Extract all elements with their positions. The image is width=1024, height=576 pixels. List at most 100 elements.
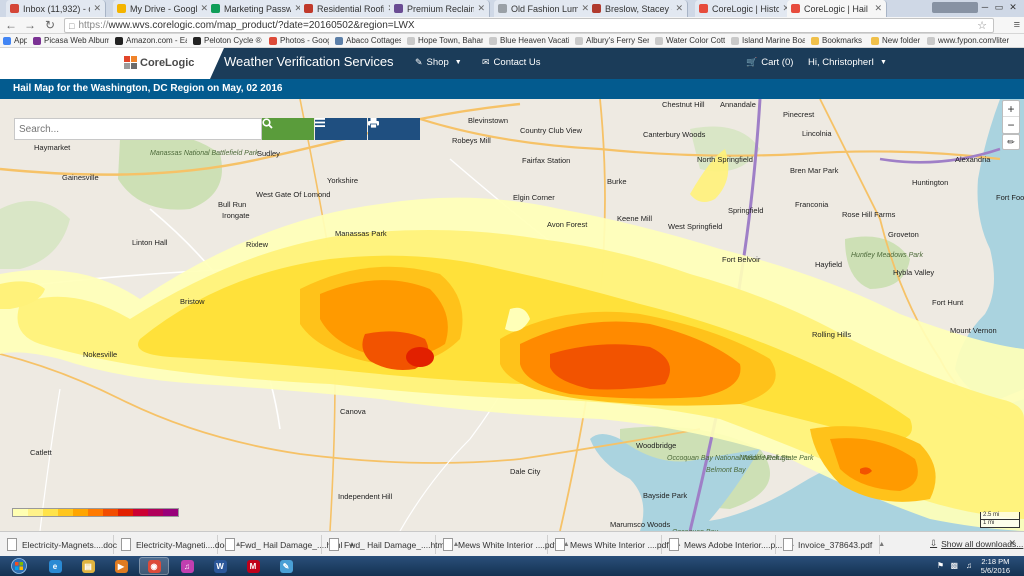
bookmark-item[interactable]: Blue Heaven Vacation bbox=[486, 34, 572, 48]
bookmark-item[interactable]: www.fypon.com/liter bbox=[924, 34, 1014, 48]
download-arrow-icon: ⇩ bbox=[930, 538, 938, 548]
download-item[interactable]: Fwd_ Hail Damage_....html ▲ bbox=[222, 535, 355, 554]
browser-tab[interactable]: Breslow, Stacey - Physic✕ bbox=[588, 0, 688, 17]
page-info-icon[interactable]: □ bbox=[69, 21, 74, 31]
place-label: Sudley bbox=[257, 149, 280, 158]
back-icon[interactable]: ← bbox=[3, 18, 19, 33]
browser-tab[interactable]: Inbox (11,932) - chris@✕ bbox=[6, 0, 106, 17]
download-filename: Mews White Interior ....pdf bbox=[570, 539, 669, 550]
search-input[interactable] bbox=[15, 119, 261, 139]
browser-tab[interactable]: Residential Roofing Con✕ bbox=[300, 0, 400, 17]
taskbar-app-mcafee[interactable]: M bbox=[238, 557, 268, 575]
bookmark-item[interactable]: Abaco Cottages Abac bbox=[332, 34, 404, 48]
nav-user-menu[interactable]: Hi, ChristopherI ▼ bbox=[808, 57, 887, 68]
browser-tab[interactable]: Old Fashion Lumber✕ bbox=[494, 0, 594, 17]
legend-swatch bbox=[118, 509, 133, 516]
tab-close-icon[interactable]: ✕ bbox=[93, 3, 101, 14]
bookmark-item[interactable]: Hope Town, Bahamas bbox=[404, 34, 486, 48]
download-item[interactable]: Invoice_378643.pdf ▲ bbox=[780, 535, 885, 554]
maximize-button[interactable]: ▭ bbox=[992, 0, 1006, 14]
browser-tab[interactable]: Marketing Passwords T✕ bbox=[207, 0, 307, 17]
taskbar-app-chrome[interactable]: ◉ bbox=[139, 557, 169, 575]
browser-tab[interactable]: Premium Reclaimed Lum✕ bbox=[390, 0, 490, 17]
download-filename: Fwd_ Hail Damage_....html bbox=[344, 539, 447, 550]
legend-swatch bbox=[103, 509, 118, 516]
place-label: Elgin Corner bbox=[513, 193, 555, 202]
download-item[interactable]: Mews White Interior ....pdf▲ bbox=[552, 535, 682, 554]
bookmark-item[interactable]: Water Color Cottage: bbox=[652, 34, 728, 48]
place-label: Bristow bbox=[180, 297, 205, 306]
nav-contact-us[interactable]: ✉ Contact Us bbox=[482, 57, 541, 68]
chevron-up-icon[interactable]: ▲ bbox=[878, 541, 885, 548]
download-item[interactable]: Mews White Interior ....pdf▲ bbox=[440, 535, 570, 554]
close-downloads-icon[interactable]: ✕ bbox=[1008, 538, 1016, 549]
apps-shortcut[interactable]: Apps bbox=[0, 34, 30, 48]
taskbar-app-internet-explorer[interactable]: e bbox=[40, 557, 70, 575]
bookmark-item[interactable]: Bookmarks bbox=[808, 34, 868, 48]
download-item[interactable]: Electricity-Magneti....doc ▲ bbox=[118, 535, 242, 554]
taskbar-app-media-player[interactable]: ▶ bbox=[106, 557, 136, 575]
bookmark-star-icon[interactable]: ☆ bbox=[977, 19, 987, 32]
downloads-bar: ⇩ Show all downloads... ✕ Electricity-Ma… bbox=[0, 531, 1024, 556]
place-label: Yorkshire bbox=[327, 176, 358, 185]
hail-map[interactable]: Chestnut Hill Annandale Pinecrest Blevinsto… bbox=[0, 99, 1024, 531]
tab-close-icon[interactable]: ✕ bbox=[477, 3, 485, 14]
zoom-out-button[interactable]: − bbox=[1003, 117, 1019, 133]
place-label: Huntington bbox=[912, 178, 949, 187]
close-window-button[interactable]: ✕ bbox=[1006, 0, 1020, 14]
minimize-button[interactable]: ─ bbox=[978, 0, 992, 14]
clock-date: 5/6/2016 bbox=[980, 566, 1010, 575]
list-button[interactable] bbox=[315, 118, 367, 140]
bookmark-label: Hope Town, Bahamas bbox=[418, 36, 483, 45]
windows-taskbar: e ▤ ▶ ◉ ♫ W M ✎ ⚑ ▩ ♫ 2:18 PM 5/6/2016 bbox=[0, 556, 1024, 576]
bookmark-item[interactable]: New folder bbox=[868, 34, 924, 48]
download-item[interactable]: Mews Adobe Interior....p...▲ bbox=[666, 535, 795, 554]
profile-badge[interactable] bbox=[932, 2, 978, 13]
bookmark-item[interactable]: Photos - Google+ bbox=[266, 34, 332, 48]
tray-volume-icon[interactable]: ♫ bbox=[966, 561, 972, 570]
tab-close-icon[interactable]: ✕ bbox=[675, 3, 683, 14]
place-label: Hayfield bbox=[815, 260, 843, 269]
bookmark-label: New folder bbox=[882, 36, 921, 45]
browser-tab[interactable]: CoreLogic | History✕ bbox=[695, 0, 795, 17]
measure-tool-button[interactable]: ✏ bbox=[1002, 134, 1020, 150]
logo-area[interactable]: CoreLogic bbox=[0, 48, 224, 79]
bookmark-item[interactable]: Albury's Ferry Service bbox=[572, 34, 652, 48]
search-field[interactable] bbox=[14, 118, 262, 140]
tray-flag-icon[interactable]: ⚑ bbox=[937, 561, 944, 570]
tab-title: My Drive - Google Drive bbox=[130, 3, 197, 14]
bookmark-favicon-icon bbox=[927, 36, 935, 45]
taskbar-app-itunes[interactable]: ♫ bbox=[172, 557, 202, 575]
nav-cart[interactable]: 🛒 Cart (0) bbox=[746, 57, 793, 68]
bookmark-item[interactable]: Island Marine Boat Re bbox=[728, 34, 808, 48]
place-label: Franconia bbox=[795, 200, 829, 209]
tab-favicon-icon bbox=[117, 4, 126, 13]
reload-icon[interactable]: ↻ bbox=[42, 18, 58, 33]
system-clock[interactable]: 2:18 PM 5/6/2016 bbox=[981, 557, 1010, 575]
tab-title: Marketing Passwords T bbox=[224, 3, 291, 14]
bookmark-item[interactable]: Amazon.com - Eastle bbox=[112, 34, 190, 48]
browser-tab[interactable]: CoreLogic | Hail Map fo✕ bbox=[787, 0, 887, 17]
forward-icon[interactable]: → bbox=[22, 18, 38, 33]
bookmark-item[interactable]: Picasa Web Albums - bbox=[30, 34, 112, 48]
print-button[interactable] bbox=[368, 118, 420, 140]
place-label: Springfield bbox=[728, 206, 764, 215]
download-item[interactable]: Fwd_ Hail Damage_....html ▲ bbox=[326, 535, 459, 554]
start-button[interactable] bbox=[4, 557, 34, 575]
service-title[interactable]: Weather Verification Services bbox=[224, 54, 394, 69]
address-bar[interactable]: □ https:// www.wvs.corelogic.com/map_pro… bbox=[64, 18, 994, 33]
taskbar-app-file-explorer[interactable]: ▤ bbox=[73, 557, 103, 575]
download-item[interactable]: Electricity-Magnets....doc▲ bbox=[4, 535, 130, 554]
tray-network-icon[interactable]: ▩ bbox=[950, 561, 958, 570]
browser-menu-icon[interactable]: ≡ bbox=[1014, 19, 1020, 31]
nav-shop[interactable]: ✎ Shop ▼ bbox=[415, 57, 462, 68]
media-player-icon: ▶ bbox=[114, 559, 128, 573]
taskbar-app-paint[interactable]: ✎ bbox=[271, 557, 301, 575]
browser-tab[interactable]: My Drive - Google Drive✕ bbox=[113, 0, 213, 17]
zoom-in-button[interactable]: + bbox=[1003, 101, 1019, 117]
tab-close-icon[interactable]: ✕ bbox=[874, 3, 882, 14]
bookmark-item[interactable]: Peloton Cycle ® | The bbox=[190, 34, 266, 48]
place-label: Robeys Mill bbox=[452, 136, 491, 145]
search-button[interactable] bbox=[262, 118, 314, 140]
taskbar-app-word[interactable]: W bbox=[205, 557, 235, 575]
